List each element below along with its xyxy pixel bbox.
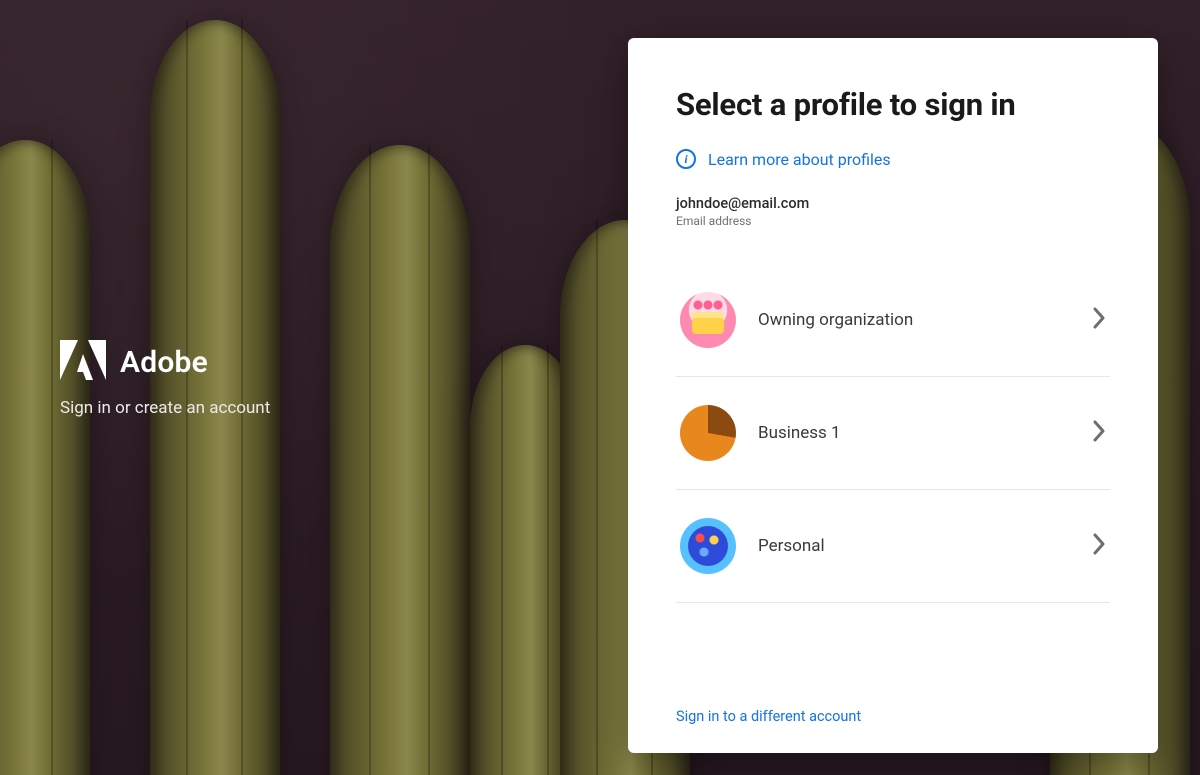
learn-more-link[interactable]: Learn more about profiles: [708, 150, 891, 169]
different-account: Sign in to a different account: [676, 684, 1110, 725]
email-value: johndoe@email.com: [676, 195, 1110, 212]
avatar: [680, 518, 736, 574]
profile-label: Personal: [758, 536, 1070, 556]
chevron-right-icon: [1092, 420, 1106, 446]
email-label: Email address: [676, 214, 1110, 228]
avatar: [680, 292, 736, 348]
profile-item-business-1[interactable]: Business 1: [676, 377, 1110, 490]
info-icon: i: [676, 149, 696, 169]
card-title: Select a profile to sign in: [676, 86, 1110, 123]
brand-name: Adobe: [120, 345, 208, 380]
profile-item-personal[interactable]: Personal: [676, 490, 1110, 603]
chevron-right-icon: [1092, 533, 1106, 559]
avatar: [680, 405, 736, 461]
profile-label: Business 1: [758, 423, 1070, 443]
learn-more-row[interactable]: i Learn more about profiles: [676, 149, 1110, 169]
profile-list: Owning organization Business 1 Personal: [676, 264, 1110, 603]
email-block: johndoe@email.com Email address: [676, 195, 1110, 228]
brand-subheading: Sign in or create an account: [60, 398, 270, 418]
different-account-link[interactable]: Sign in to a different account: [676, 708, 861, 725]
profile-label: Owning organization: [758, 310, 1070, 330]
brand: Adobe: [60, 340, 270, 384]
chevron-right-icon: [1092, 307, 1106, 333]
profile-item-owning-organization[interactable]: Owning organization: [676, 264, 1110, 377]
brand-block: Adobe Sign in or create an account: [60, 340, 270, 418]
adobe-logo-icon: [60, 340, 106, 384]
profile-card: Select a profile to sign in i Learn more…: [628, 38, 1158, 753]
